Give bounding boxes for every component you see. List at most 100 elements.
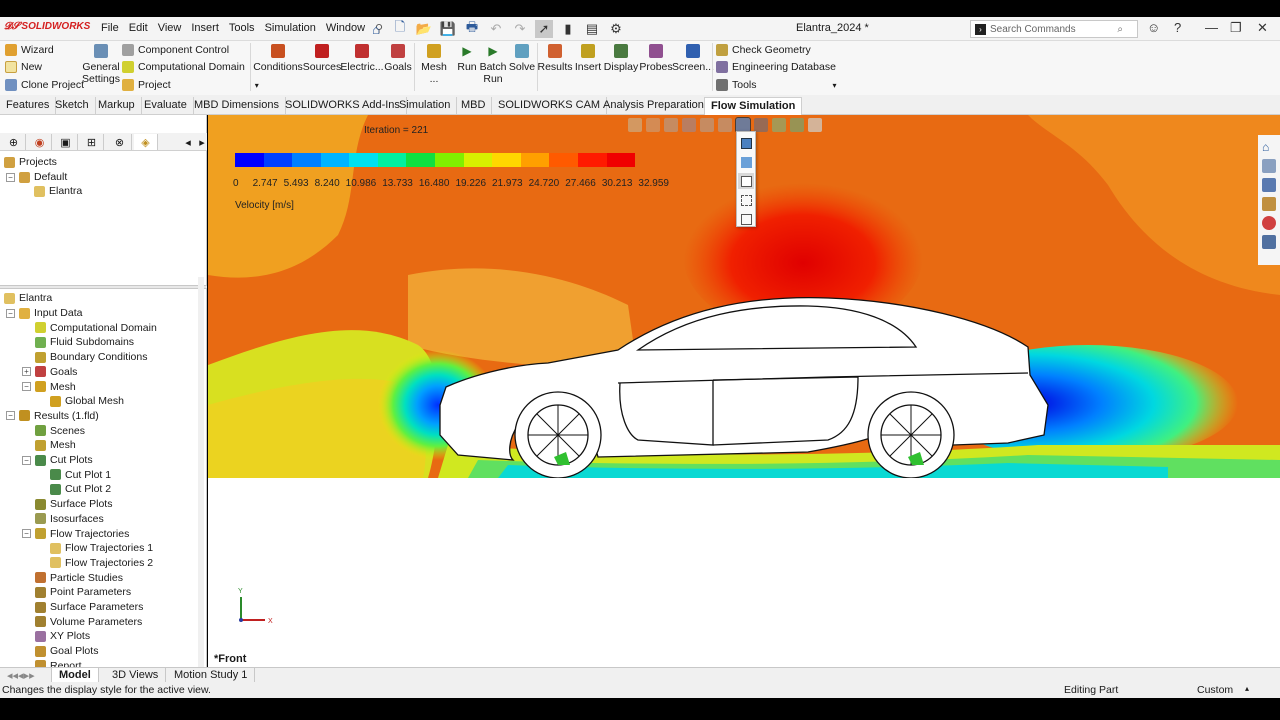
sources-button[interactable]: Sources	[303, 44, 341, 73]
tab-flow-simulation[interactable]: Flow Simulation	[704, 97, 803, 115]
wireframe-option[interactable]	[738, 211, 754, 227]
shaded-with-edges-option[interactable]	[738, 135, 754, 151]
tree-scrollbar[interactable]	[198, 277, 204, 667]
search-input[interactable]: Search Commands	[990, 24, 1076, 35]
hide-show-items-icon[interactable]	[754, 118, 768, 132]
tree-item[interactable]: Isosurfaces	[22, 513, 104, 525]
tree-item[interactable]: Mesh	[22, 439, 76, 451]
section-view-icon[interactable]	[682, 118, 696, 132]
tab-features[interactable]: Features	[0, 97, 57, 115]
menu-insert[interactable]: Insert	[186, 22, 224, 35]
tab-3d-views[interactable]: 3D Views	[105, 668, 167, 683]
config-default[interactable]: − Default	[6, 171, 67, 183]
feature-manager-tab-icon[interactable]: ⊕	[2, 134, 26, 150]
appearances-icon[interactable]	[1262, 216, 1276, 230]
engineering-database-button[interactable]: Engineering Database	[716, 61, 836, 73]
print-icon[interactable]: 🖶	[463, 19, 481, 38]
tree-item[interactable]: Goal Plots	[22, 645, 98, 657]
property-manager-tab-icon[interactable]: ◉	[28, 134, 52, 150]
apply-scene-icon[interactable]	[790, 118, 804, 132]
close-icon[interactable]: ✕	[1257, 20, 1268, 36]
new-document-icon[interactable]: 🗋	[391, 19, 409, 38]
conditions-button[interactable]: Conditions	[253, 44, 303, 73]
hidden-lines-removed-option[interactable]	[738, 173, 754, 189]
tools-button[interactable]: Tools ▾	[716, 79, 837, 91]
clone-project-button[interactable]: Clone Project	[5, 79, 84, 91]
design-library-icon[interactable]	[1262, 159, 1276, 173]
dropdown-arrow-icon[interactable]: ▾	[833, 81, 837, 90]
redo-icon[interactable]: ↷	[511, 20, 529, 38]
tree-item[interactable]: Computational Domain	[22, 322, 157, 334]
view-settings-icon[interactable]	[808, 118, 822, 132]
tab-markup[interactable]: Markup	[92, 97, 142, 115]
solidworks-logo[interactable]: 𝓓𝓢 SOLIDWORKS	[4, 21, 90, 32]
collapse-icon[interactable]: −	[6, 411, 15, 421]
search-commands[interactable]: › Search Commands ⌕	[970, 20, 1138, 38]
tab-scroll-arrows[interactable]: ◂◂◂▸▸	[0, 668, 52, 683]
tab-mbd-dimensions[interactable]: MBD Dimensions	[188, 97, 286, 115]
help-icon[interactable]: ?	[1174, 20, 1181, 35]
tree-item[interactable]: Surface Plots	[22, 498, 112, 510]
tree-item[interactable]: − Mesh	[22, 381, 76, 393]
previous-view-icon[interactable]	[664, 118, 678, 132]
display-style-icon[interactable]	[735, 117, 751, 133]
expand-icon[interactable]: +	[22, 367, 31, 377]
probes-button[interactable]: Probes	[639, 44, 673, 73]
tab-solidworks-addins[interactable]: SOLIDWORKS Add-Ins	[279, 97, 407, 115]
collapse-icon[interactable]: −	[6, 172, 15, 182]
traffic-light-icon[interactable]: ▮	[559, 20, 577, 38]
tree-item[interactable]: − Flow Trajectories	[22, 528, 129, 540]
tree-item[interactable]: XY Plots	[22, 630, 90, 642]
tree-item[interactable]: Volume Parameters	[22, 616, 142, 628]
flow-analysis-tab-icon[interactable]: ◈	[134, 134, 158, 150]
project-button[interactable]: Project ▾	[122, 79, 259, 91]
collapse-icon[interactable]: −	[22, 382, 31, 391]
zoom-area-icon[interactable]	[646, 118, 660, 132]
tab-motion-study-1[interactable]: Motion Study 1	[167, 668, 256, 683]
analysis-tree-root[interactable]: Elantra	[4, 292, 52, 304]
view-orientation-icon[interactable]	[718, 118, 732, 132]
tree-item[interactable]: Flow Trajectories 1	[37, 542, 153, 554]
menu-edit[interactable]: Edit	[124, 22, 153, 35]
minimize-icon[interactable]: —	[1205, 20, 1218, 35]
menu-tools[interactable]: Tools	[224, 22, 260, 35]
tree-item[interactable]: Cut Plot 1	[37, 469, 111, 481]
new-project-button[interactable]: New	[5, 61, 42, 73]
collapse-icon[interactable]: −	[22, 455, 31, 465]
tree-item[interactable]: Point Parameters	[22, 586, 131, 598]
file-properties-icon[interactable]: ▤	[583, 20, 601, 38]
tree-item[interactable]: Fluid Subdomains	[22, 336, 134, 348]
screen-button[interactable]: Screen...	[672, 44, 714, 73]
run-button[interactable]: ▶ Run	[456, 44, 478, 73]
dynamic-annotation-icon[interactable]	[700, 118, 714, 132]
collapse-icon[interactable]: −	[22, 529, 31, 538]
tree-item[interactable]: + Goals	[22, 366, 77, 378]
component-control-button[interactable]: Component Control	[122, 44, 229, 56]
computational-domain-button[interactable]: Computational Domain	[122, 61, 245, 73]
tab-sketch[interactable]: Sketch	[49, 97, 96, 115]
tree-item[interactable]: − Results (1.fld)	[6, 410, 99, 422]
tree-item[interactable]: Flow Trajectories 2	[37, 557, 153, 569]
menu-file[interactable]: File	[96, 22, 124, 35]
menu-view[interactable]: View	[153, 22, 187, 35]
tab-analysis-preparation[interactable]: Analysis Preparation	[597, 97, 711, 115]
tree-item[interactable]: Cut Plot 2	[37, 483, 111, 495]
electric-button[interactable]: Electric...	[340, 44, 384, 73]
restore-icon[interactable]: ❐	[1230, 20, 1242, 36]
shaded-option[interactable]	[738, 154, 754, 170]
tab-mbd[interactable]: MBD	[455, 97, 493, 115]
tab-solidworks-cam[interactable]: SOLIDWORKS CAM	[492, 97, 608, 115]
tree-item[interactable]: − Cut Plots	[22, 454, 93, 466]
batch-run-button[interactable]: ▶ Batch Run	[480, 44, 507, 85]
display-button[interactable]: Display	[604, 44, 638, 73]
panel-splitter[interactable]	[0, 285, 207, 289]
edit-appearance-icon[interactable]	[772, 118, 786, 132]
display-manager-tab-icon[interactable]: ⊗	[108, 134, 132, 150]
tree-item[interactable]: Particle Studies	[22, 572, 123, 584]
insert-button[interactable]: Insert	[574, 44, 602, 73]
config-manager-tab-icon[interactable]: ▣	[54, 134, 78, 150]
tree-item[interactable]: Surface Parameters	[22, 601, 143, 613]
menu-simulation[interactable]: Simulation	[260, 22, 321, 35]
user-account-icon[interactable]: ☺	[1147, 20, 1160, 35]
save-icon[interactable]: 💾	[439, 20, 457, 38]
